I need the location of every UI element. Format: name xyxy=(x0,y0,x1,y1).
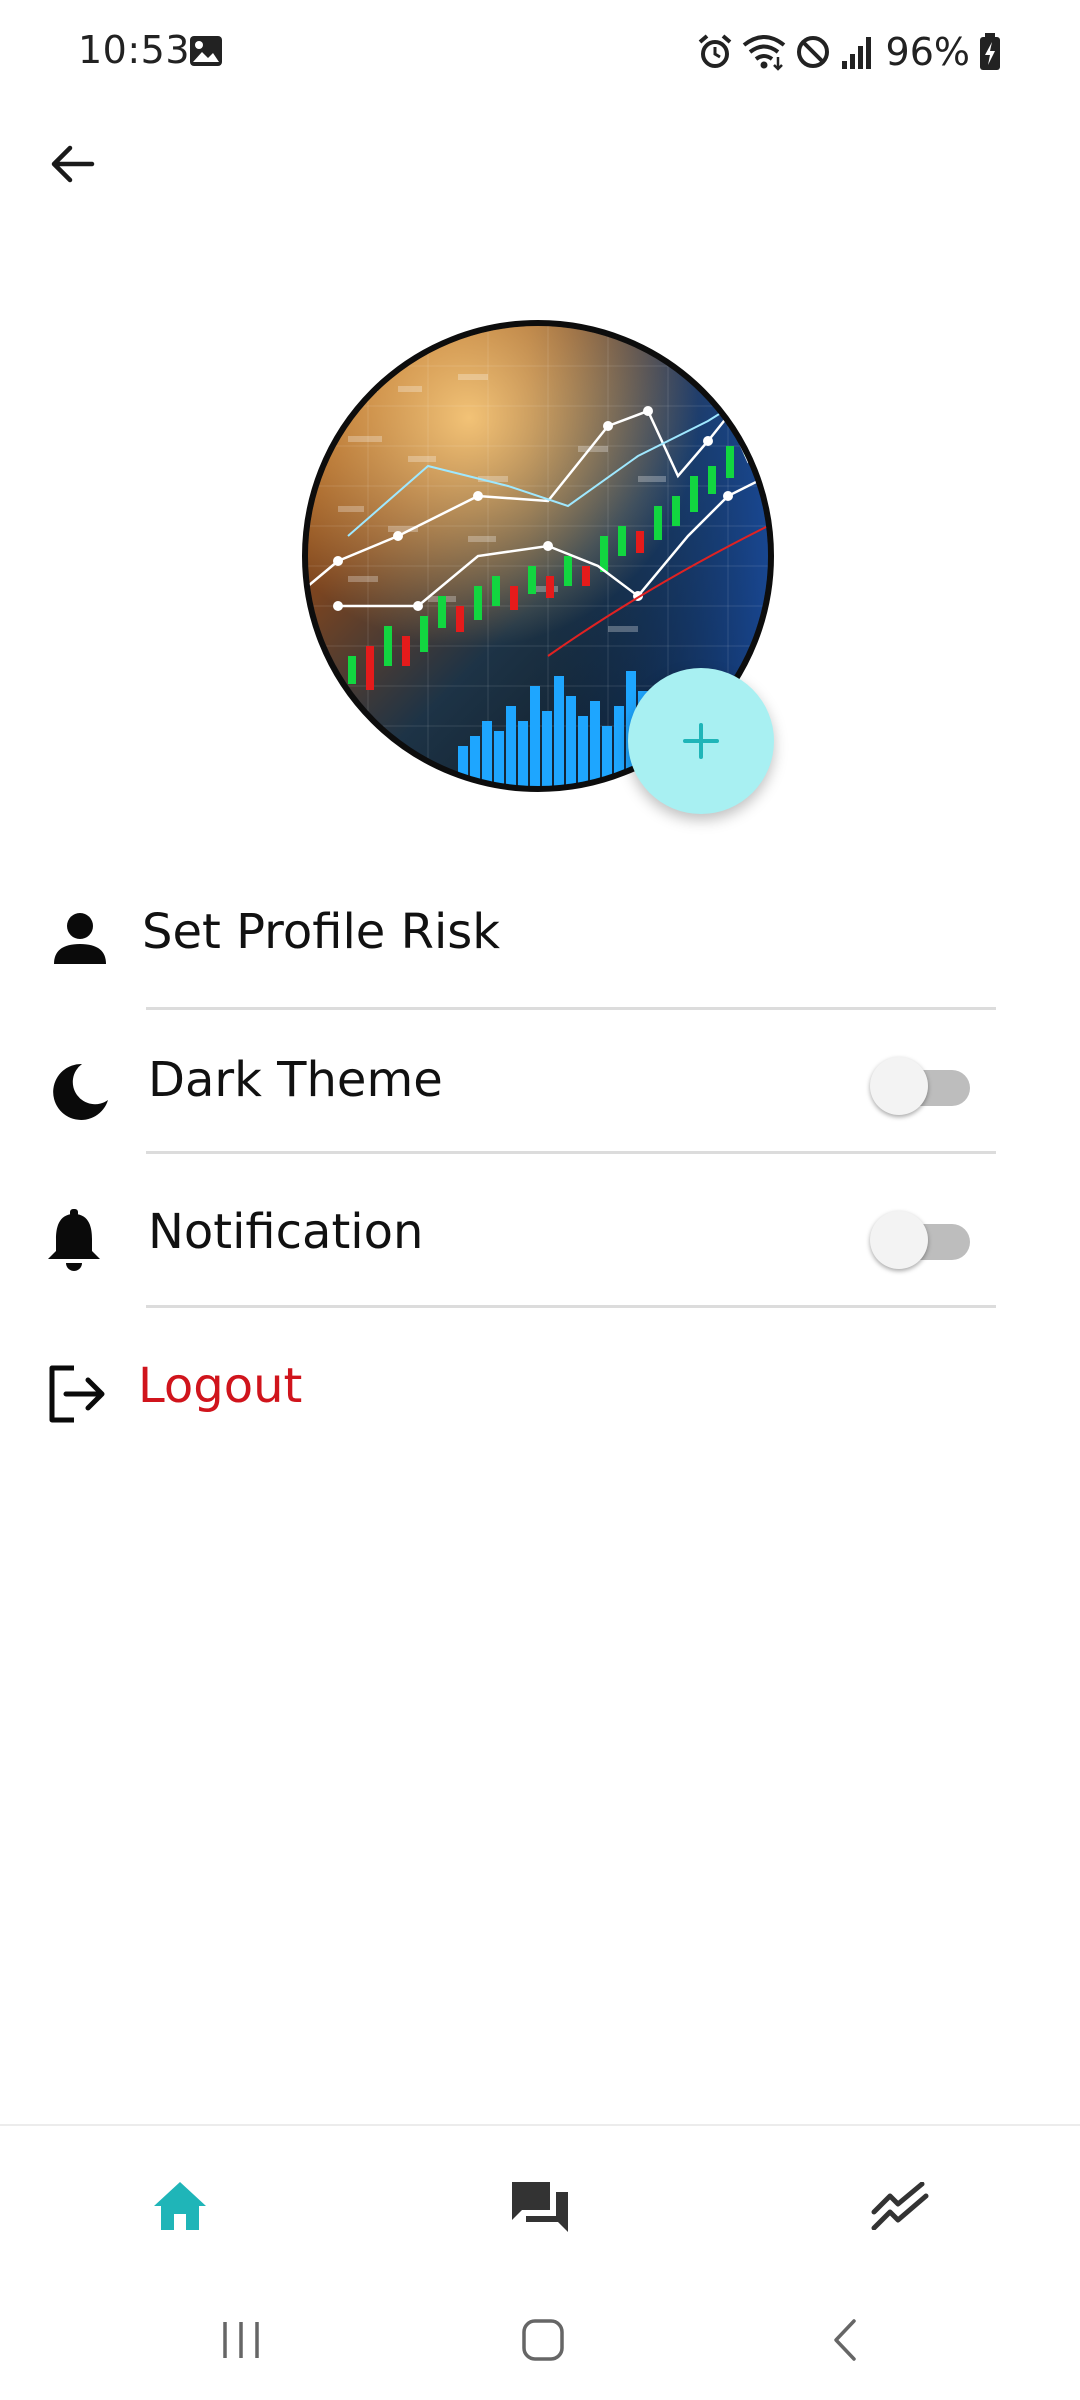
do-not-disturb-icon xyxy=(794,33,832,71)
home-button-icon xyxy=(522,2319,564,2361)
logout-icon xyxy=(36,1354,116,1434)
set-profile-risk-label: Set Profile Risk xyxy=(142,904,501,960)
menu-item-logout[interactable]: Logout xyxy=(0,1350,1080,1434)
battery-charging-icon xyxy=(978,32,1002,72)
menu-item-notification: Notification xyxy=(0,1196,1080,1280)
back-button[interactable] xyxy=(36,128,108,200)
divider xyxy=(146,1151,996,1154)
home-icon xyxy=(154,2182,206,2230)
plus-icon xyxy=(683,723,719,759)
notification-label: Notification xyxy=(148,1204,424,1260)
nav-home[interactable] xyxy=(140,2166,220,2246)
gallery-icon xyxy=(188,34,224,68)
recent-apps-icon xyxy=(223,2322,259,2358)
trending-icon xyxy=(871,2182,929,2230)
wifi-icon xyxy=(742,33,786,71)
moon-icon xyxy=(40,1052,120,1132)
back-system-button[interactable] xyxy=(810,2308,880,2372)
logout-label: Logout xyxy=(138,1358,303,1414)
battery-percent: 96% xyxy=(885,30,970,74)
arrow-back-icon xyxy=(51,145,95,183)
alarm-icon xyxy=(696,33,734,71)
signal-icon xyxy=(840,33,874,71)
person-icon xyxy=(40,898,120,978)
toggle-thumb xyxy=(870,1057,928,1115)
toggle-thumb xyxy=(870,1211,928,1269)
status-bar: 10:53 96% xyxy=(0,0,1080,104)
menu-item-dark-theme: Dark Theme xyxy=(0,1044,1080,1128)
divider xyxy=(146,1007,996,1010)
add-photo-button[interactable] xyxy=(628,668,774,814)
menu-item-set-profile-risk[interactable]: Set Profile Risk xyxy=(0,896,1080,980)
bell-icon xyxy=(34,1200,114,1280)
divider xyxy=(146,1305,996,1308)
nav-trending[interactable] xyxy=(860,2166,940,2246)
dark-theme-label: Dark Theme xyxy=(148,1052,443,1108)
status-icons: 96% xyxy=(696,28,1002,76)
system-nav xyxy=(0,2280,1080,2400)
back-system-icon xyxy=(834,2319,856,2361)
nav-forum[interactable] xyxy=(500,2166,580,2246)
home-system-button[interactable] xyxy=(508,2308,578,2372)
dark-theme-toggle[interactable] xyxy=(870,1054,974,1118)
forum-icon xyxy=(512,2182,568,2232)
notification-toggle[interactable] xyxy=(870,1208,974,1272)
bottom-nav xyxy=(0,2124,1080,2280)
recent-apps-button[interactable] xyxy=(206,2308,276,2372)
status-time: 10:53 xyxy=(78,28,191,72)
